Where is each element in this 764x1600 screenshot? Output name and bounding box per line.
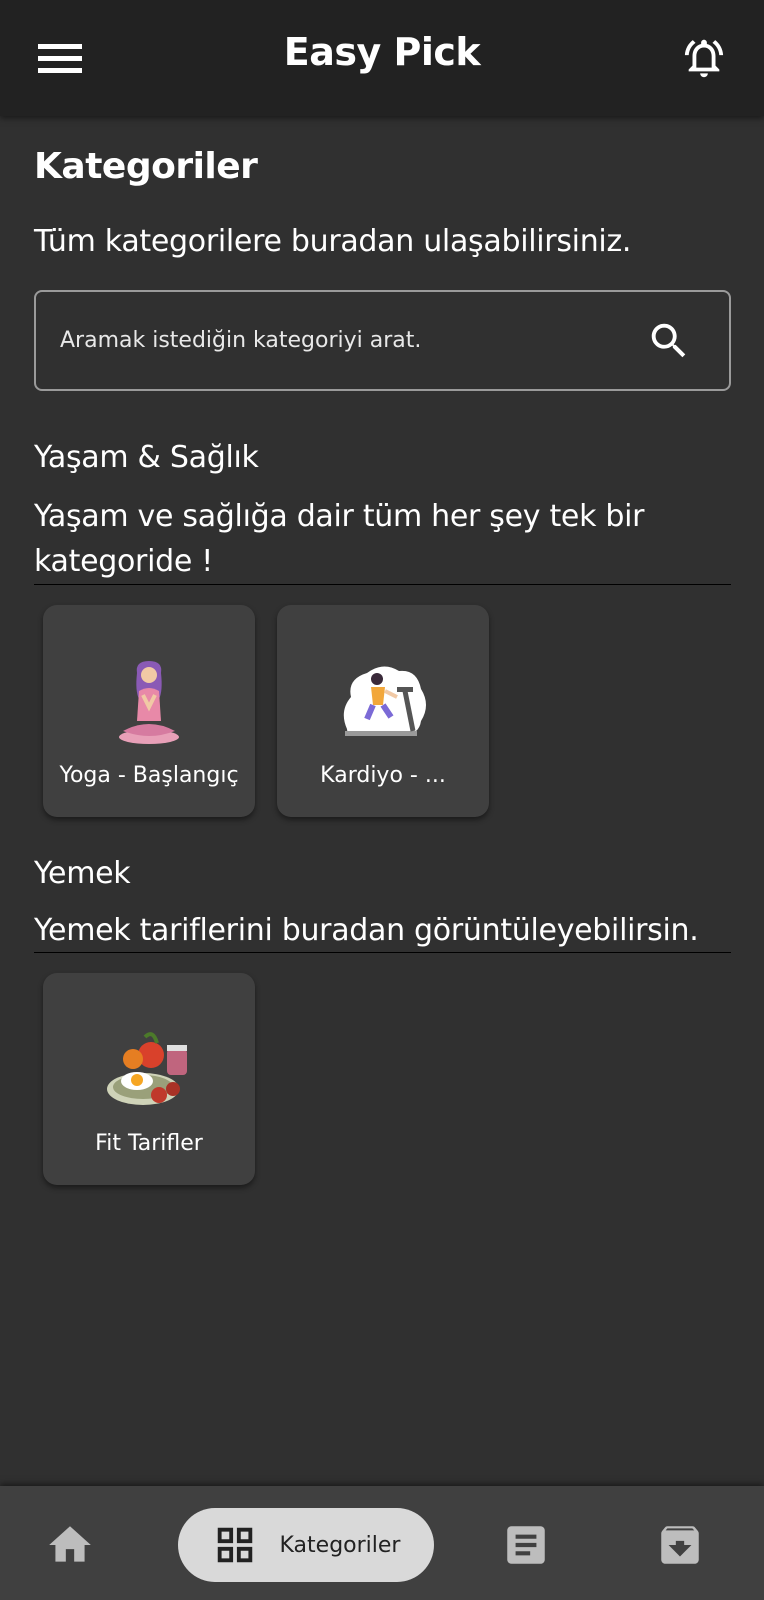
home-icon <box>49 1526 91 1562</box>
category-card-label: Fit Tarifler <box>95 1131 203 1156</box>
document-icon <box>507 1526 545 1564</box>
archive-icon <box>661 1526 699 1564</box>
page-title: Kategoriler <box>34 146 258 187</box>
section-title-health: Yaşam & Sağlık <box>34 440 259 475</box>
page-subtitle: Tüm kategorilere buradan ulaşabilirsiniz… <box>34 224 632 259</box>
bottom-navigation: Kategoriler <box>0 1486 764 1600</box>
app-bar: Easy Pick <box>0 0 764 116</box>
category-card-yoga[interactable]: Yoga - Başlangıç <box>43 605 255 817</box>
food-plate-illustration <box>107 1032 187 1105</box>
section-divider <box>34 584 731 585</box>
app-title: Easy Pick <box>283 30 481 74</box>
category-card-fit-recipes[interactable]: Fit Tarifler <box>43 973 255 1185</box>
section-description-health: Yaşam ve sağlığa dair tüm her şey tek bi… <box>34 499 645 579</box>
notification-bell-icon <box>684 39 724 78</box>
search-input[interactable] <box>58 292 618 389</box>
category-card-label: Kardiyo - ... <box>320 763 446 788</box>
nav-categories-button[interactable]: Kategoriler <box>178 1508 434 1582</box>
notifications-button[interactable] <box>672 26 736 90</box>
category-card-cardio[interactable]: Kardiyo - ... <box>277 605 489 817</box>
nav-archive-button[interactable] <box>650 1508 710 1582</box>
search-button[interactable] <box>640 312 698 370</box>
yoga-illustration <box>119 661 179 744</box>
search-box <box>34 290 731 391</box>
nav-categories-label: Kategoriler <box>279 1532 401 1558</box>
section-description-food: Yemek tariflerini buradan görüntüleyebil… <box>34 913 699 948</box>
section-title-food: Yemek <box>34 856 131 891</box>
grid-icon <box>217 1527 252 1563</box>
section-divider <box>34 952 731 953</box>
nav-home-button[interactable] <box>40 1508 100 1582</box>
search-icon <box>651 323 686 358</box>
nav-documents-button[interactable] <box>496 1508 556 1582</box>
treadmill-illustration <box>343 666 426 736</box>
category-card-label: Yoga - Başlangıç <box>59 763 239 788</box>
